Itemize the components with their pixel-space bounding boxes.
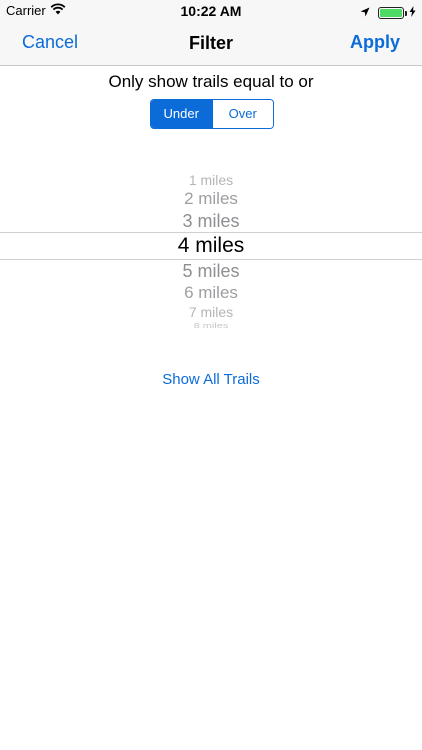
picker-item[interactable]: 3 miles: [0, 211, 422, 232]
picker-item[interactable]: 7 miles: [0, 304, 422, 320]
picker-item[interactable]: 2 miles: [0, 189, 422, 209]
picker-item[interactable]: 8 miles: [0, 322, 422, 330]
under-over-segmented-control: Under Over: [150, 99, 274, 129]
location-arrow-icon: [360, 4, 370, 22]
picker-item[interactable]: 5 miles: [0, 261, 422, 282]
status-bar: Carrier 10:22 AM: [0, 0, 422, 22]
picker-item[interactable]: 6 miles: [0, 283, 422, 303]
filter-prompt: Only show trails equal to or: [108, 72, 314, 91]
picker-item[interactable]: 1 miles: [0, 172, 422, 188]
status-right: [360, 4, 416, 22]
status-time: 10:22 AM: [180, 3, 242, 19]
filter-screen: Carrier 10:22 AM Cancel Filter Apply Onl…: [0, 0, 422, 750]
picker-selection-top-line: [0, 232, 422, 233]
picker-item-selected[interactable]: 4 miles: [0, 234, 422, 258]
battery-icon: [378, 7, 407, 19]
charging-bolt-icon: [409, 4, 416, 22]
apply-button[interactable]: Apply: [350, 32, 400, 53]
segment-over[interactable]: Over: [211, 100, 273, 128]
picker-selection-bottom-line: [0, 259, 422, 260]
navigation-bar: Cancel Filter Apply: [0, 22, 422, 66]
show-all-trails-button[interactable]: Show All Trails: [0, 371, 422, 388]
segment-under[interactable]: Under: [151, 100, 212, 128]
